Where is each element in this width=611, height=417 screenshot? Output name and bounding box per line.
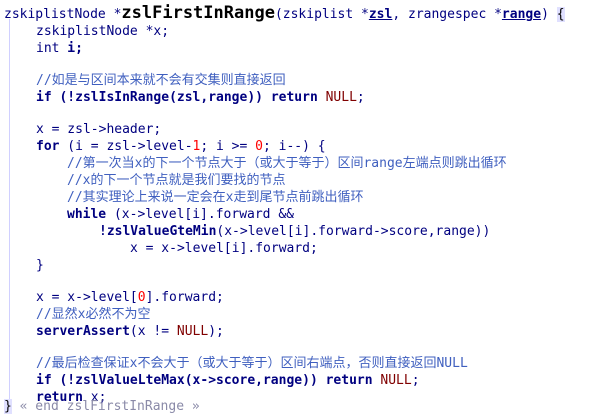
param2-name: range — [501, 7, 542, 22]
code-editor[interactable]: zskiplistNode *zslFirstInRange(zskiplist… — [0, 0, 611, 417]
keyword: if — [36, 90, 52, 105]
code-text: ; — [411, 373, 420, 388]
code-line: if (!zslIsInRange(zsl,range)) return NUL… — [36, 89, 365, 106]
open-brace: { — [556, 7, 565, 22]
code-line: zskiplistNode *x; — [36, 23, 169, 40]
code-text: zskiplistNode *x; — [36, 24, 170, 39]
code-text: x = x->level[i].forward; — [130, 241, 318, 256]
param1-type: zskiplist * — [282, 7, 369, 22]
code-line: while (x->level[i].forward && — [67, 206, 294, 223]
code-line: x = x->level[i].forward; — [130, 240, 318, 257]
type-keyword: int — [36, 41, 60, 56]
keyword: return — [270, 90, 318, 105]
code-comment: //显然x必然不为空 — [36, 307, 151, 322]
code-comment: //x的下一个节点就是我们要找的节点 — [67, 173, 286, 188]
keyword: return — [325, 373, 373, 388]
paren-open: ( — [274, 7, 283, 22]
code-text: (x->level[i].forward->score,range)) — [216, 224, 491, 239]
code-text: x = zsl->header; — [36, 122, 162, 137]
code-text: ; i--) { — [263, 139, 326, 154]
code-text: (zsl,range)) — [169, 90, 271, 105]
param2-type: zrangespec * — [408, 7, 502, 22]
function-call: serverAssert — [36, 324, 130, 339]
code-comment: //第一次当x的下一个节点大于（或大于等于）区间range左端点则跳出循环 — [67, 156, 507, 171]
code-comment: //其实理论上来说一定会在x走到尾节点前跳出循环 — [67, 190, 364, 205]
code-line: x = zsl->header; — [36, 121, 161, 138]
number-literal: 0 — [255, 139, 263, 154]
code-line: } — [36, 257, 44, 274]
function-signature: zskiplistNode *zslFirstInRange(zskiplist… — [4, 2, 565, 24]
keyword: for — [36, 139, 60, 154]
code-text: ! — [99, 224, 107, 239]
function-name: zslFirstInRange — [121, 3, 275, 23]
paren-close: ) — [541, 7, 557, 22]
keyword: while — [67, 207, 107, 222]
code-text: ; — [356, 90, 365, 105]
close-brace: } — [4, 399, 12, 414]
code-text: x = x->level[ — [36, 290, 138, 305]
code-text: (i = zsl->level- — [59, 139, 193, 154]
code-comment: //最后检查保证x不会大于（或大于等于）区间右端点，否则直接返回NULL — [36, 356, 468, 371]
constant: NULL — [380, 373, 412, 388]
param1-name: zsl — [368, 7, 393, 22]
code-line: int i; — [36, 40, 83, 57]
close-brace: } — [36, 258, 44, 273]
indent-guide — [9, 19, 10, 407]
constant: NULL — [325, 90, 357, 105]
code-line: serverAssert(x != NULL); — [36, 323, 224, 340]
code-text: (! — [51, 373, 76, 388]
number-literal: 0 — [137, 290, 146, 305]
code-text: (! — [51, 90, 76, 105]
code-line: if (!zslValueLteMax(x->score,range)) ret… — [36, 372, 420, 389]
function-call: zslIsInRange — [75, 90, 170, 105]
code-text: ].forward; — [145, 290, 224, 305]
return-type: zskiplistNode * — [4, 7, 122, 22]
code-text: (x->score,range)) — [184, 373, 326, 388]
keyword: if — [36, 373, 52, 388]
code-text: ); — [208, 324, 224, 339]
function-end: } « end zslFirstInRange » — [4, 398, 200, 415]
code-line: x = x->level[0].forward; — [36, 289, 224, 306]
code-text: i; — [59, 41, 83, 56]
function-call: zslValueGteMin — [106, 224, 217, 239]
constant: NULL — [176, 324, 209, 339]
code-line: for (i = zsl->level-1; i >= 0; i--) { — [36, 138, 326, 155]
code-text: ; i >= — [200, 139, 256, 154]
code-text: (x->level[i].forward && — [106, 207, 294, 222]
function-call: zslValueLteMax — [75, 373, 185, 388]
code-line: !zslValueGteMin(x->level[i].forward->sco… — [99, 223, 490, 240]
end-annotation: « end zslFirstInRange » — [11, 399, 200, 414]
code-comment: //如是与区间本来就不会有交集则直接返回 — [36, 73, 286, 88]
code-text: (x != — [129, 324, 177, 339]
param-separator: , — [392, 7, 408, 22]
